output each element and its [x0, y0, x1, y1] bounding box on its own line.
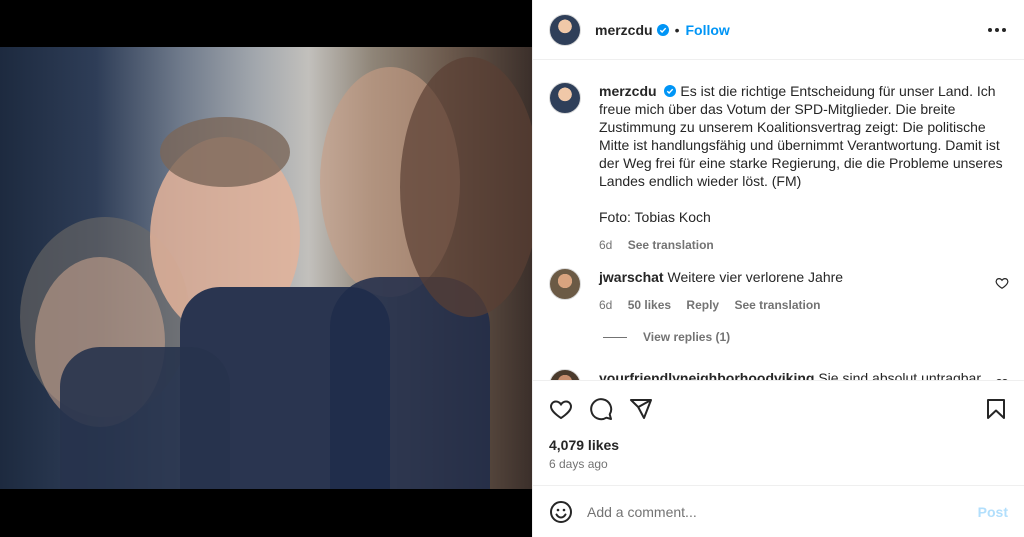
- emoji-icon[interactable]: [549, 500, 573, 524]
- author-username[interactable]: merzcdu: [595, 22, 653, 38]
- comment-age[interactable]: 6d: [599, 298, 612, 312]
- comment-text: Weitere vier verlorene Jahre: [667, 269, 844, 285]
- author-avatar[interactable]: [549, 13, 581, 46]
- post-details-panel: merzcdu • Follow merzcdu Es ist die rich…: [532, 0, 1024, 537]
- more-icon[interactable]: [986, 19, 1008, 41]
- post-comment-button[interactable]: Post: [978, 504, 1008, 520]
- bookmark-icon[interactable]: [984, 397, 1008, 421]
- post-header: merzcdu • Follow: [533, 0, 1024, 60]
- comment-item: yourfriendlyneighborhoodviking Sie sind …: [549, 369, 1009, 380]
- comment-body: jwarschat Weitere vier verlorene Jahre 6…: [599, 268, 979, 314]
- caption-username[interactable]: merzcdu: [599, 83, 657, 99]
- likes-count[interactable]: 4,079 likes: [549, 437, 619, 453]
- post-timestamp[interactable]: 6 days ago: [549, 457, 608, 471]
- caption-text: Es ist die richtige Entscheidung für uns…: [599, 83, 1003, 189]
- view-replies-label: View replies (1): [643, 330, 731, 344]
- see-translation-link[interactable]: See translation: [628, 238, 714, 252]
- caption-meta: 6d See translation: [599, 236, 1009, 254]
- photo-credit: Foto: Tobias Koch: [599, 209, 711, 225]
- share-icon[interactable]: [629, 397, 653, 421]
- comment-text: Sie sind absolut untragbar: [818, 370, 982, 380]
- post-caption: merzcdu Es ist die richtige Entscheidung…: [549, 82, 1009, 254]
- verified-icon: [656, 23, 669, 36]
- caption-body: merzcdu Es ist die richtige Entscheidung…: [599, 82, 1009, 254]
- heart-icon[interactable]: [549, 397, 573, 421]
- see-translation-link[interactable]: See translation: [734, 298, 820, 312]
- post-actions: 4,079 likes 6 days ago: [533, 380, 1024, 480]
- commenter-avatar[interactable]: [549, 369, 581, 380]
- media-area: [0, 0, 532, 537]
- instagram-post-viewer: merzcdu • Follow merzcdu Es ist die rich…: [0, 0, 1024, 537]
- post-photo[interactable]: [0, 47, 532, 489]
- comment-icon[interactable]: [589, 397, 613, 421]
- replies-divider: [603, 336, 627, 338]
- commenter-username[interactable]: jwarschat: [599, 269, 664, 285]
- commenter-username[interactable]: yourfriendlyneighborhoodviking: [599, 370, 814, 380]
- separator-dot: •: [674, 21, 680, 38]
- comment-item: jwarschat Weitere vier verlorene Jahre 6…: [549, 268, 1009, 314]
- view-replies-button[interactable]: View replies (1): [603, 330, 730, 344]
- reply-button[interactable]: Reply: [686, 298, 719, 312]
- comment-likes[interactable]: 50 likes: [628, 298, 671, 312]
- verified-icon: [664, 85, 677, 97]
- comment-meta: 6d 50 likes Reply See translation: [599, 296, 979, 314]
- comment-body: yourfriendlyneighborhoodviking Sie sind …: [599, 369, 989, 380]
- follow-button[interactable]: Follow: [685, 22, 729, 38]
- comment-composer: Post: [533, 485, 1024, 537]
- comment-input[interactable]: [587, 503, 947, 520]
- heart-icon[interactable]: [995, 276, 1009, 290]
- caption-age[interactable]: 6d: [599, 238, 612, 252]
- caption-author-avatar[interactable]: [549, 82, 581, 114]
- commenter-avatar[interactable]: [549, 268, 581, 300]
- comments-scroll[interactable]: merzcdu Es ist die richtige Entscheidung…: [533, 60, 1024, 380]
